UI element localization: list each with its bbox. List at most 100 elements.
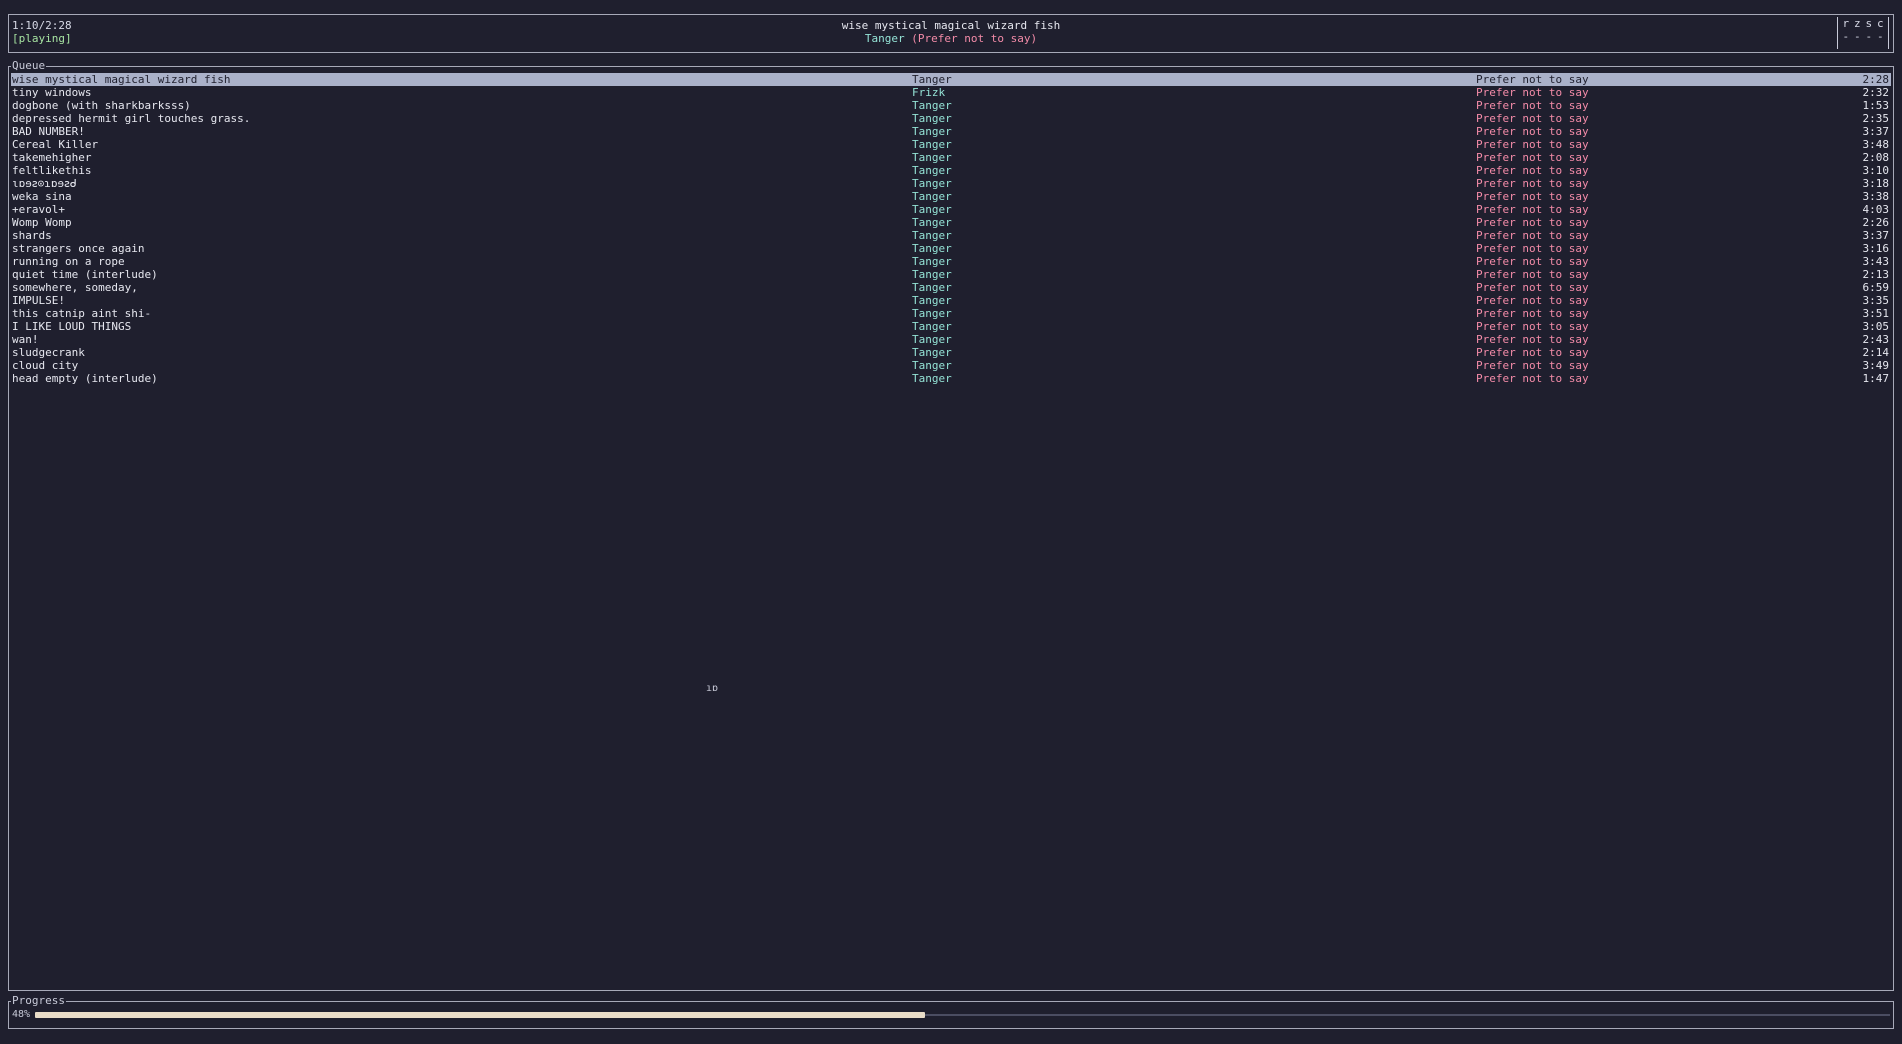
queue-row[interactable]: running on a rope Tanger Prefer not to say… — [11, 255, 1891, 268]
queue-row-title: ɩɒɘꙅ⊙ɿɒɘꙅᑯ — [12, 177, 77, 190]
queue-row-duration: 3:51 — [1862, 307, 1890, 320]
queue-row[interactable]: IMPULSE! Tanger Prefer not to say 3:35 — [11, 294, 1891, 307]
mode-flags: r z s c - - - - — [1837, 17, 1889, 49]
queue-row-title: Cereal Killer — [12, 138, 99, 151]
queue-row-duration: 2:35 — [1862, 112, 1890, 125]
now-playing-panel: 1:10/2:28 [playing] wise mystical magica… — [8, 14, 1894, 53]
queue-row-title: tiny windows — [12, 86, 92, 99]
queue-row-album: Prefer not to say — [1476, 333, 1589, 346]
queue-row-album: Prefer not to say — [1476, 242, 1589, 255]
queue-row[interactable]: quiet time (interlude) Tanger Prefer not t… — [11, 268, 1891, 281]
queue-row-album: Prefer not to say — [1476, 268, 1589, 281]
single-flag[interactable]: s — [1865, 17, 1872, 30]
queue-row-title: this catnip aint shi- — [12, 307, 152, 320]
queue-row[interactable]: dogbone (with sharkbarksss) Tanger Prefer … — [11, 99, 1891, 112]
queue-row-duration: 2:32 — [1862, 86, 1890, 99]
progress-percent: 48% — [12, 1009, 31, 1020]
queue-row-duration: 1:47 — [1862, 372, 1890, 385]
queue-row-album: Prefer not to say — [1476, 86, 1589, 99]
queue-title: Queue — [11, 59, 47, 73]
queue-row-duration: 2:28 — [1862, 73, 1890, 86]
queue-row[interactable]: depressed hermit girl touches grass. Tang… — [11, 112, 1891, 125]
queue-row-album: Prefer not to say — [1476, 294, 1589, 307]
queue-row-duration: 2:13 — [1862, 268, 1890, 281]
queue-row-artist: Tanger — [912, 216, 952, 229]
queue-row-album: Prefer not to say — [1476, 190, 1589, 203]
queue-row[interactable]: tiny windows Frizk Prefer not to say 2:32 — [11, 86, 1891, 99]
queue-row-title: shards — [12, 229, 52, 242]
queue-row-title: dogbone (with sharkbarksss) — [12, 99, 191, 112]
queue-row-title: somewhere, someday, — [12, 281, 138, 294]
queue-row-artist: Tanger — [912, 333, 952, 346]
queue-row-artist: Tanger — [912, 151, 952, 164]
queue-row-artist: Tanger — [912, 190, 952, 203]
queue-row-title: +eravol+ — [12, 203, 65, 216]
queue-row[interactable]: wise mystical magical wizard fish Tanger P… — [11, 73, 1891, 86]
queue-row[interactable]: sludgecrank Tanger Prefer not to say 2:14 — [11, 346, 1891, 359]
queue-row[interactable]: Womp Womp Tanger Prefer not to say 2:26 — [11, 216, 1891, 229]
queue-row-album: Prefer not to say — [1476, 138, 1589, 151]
consume-flag[interactable]: c — [1877, 17, 1884, 30]
queue-row[interactable]: somewhere, someday, Tanger Prefer not to s… — [11, 281, 1891, 294]
queue-row-artist: Tanger — [912, 372, 952, 385]
random-flag[interactable]: z — [1854, 17, 1861, 30]
queue-row-artist: Tanger — [912, 320, 952, 333]
random-flag-state: - — [1853, 30, 1861, 43]
queue-row-album: Prefer not to say — [1476, 99, 1589, 112]
queue-row-duration: 3:05 — [1862, 320, 1890, 333]
queue-row-artist: Tanger — [912, 307, 952, 320]
queue-row[interactable]: ɩɒɘꙅ⊙ɿɒɘꙅᑯ Tanger Prefer not to say 3:18 — [11, 177, 1891, 190]
queue-list[interactable]: wise mystical magical wizard fish Tanger P… — [11, 73, 1891, 385]
queue-row-duration: 1:53 — [1862, 99, 1890, 112]
queue-row-artist: Tanger — [912, 359, 952, 372]
queue-row-album: Prefer not to say — [1476, 320, 1589, 333]
queue-row-duration: 6:59 — [1862, 281, 1890, 294]
queue-row[interactable]: strangers once again Tanger Prefer not to … — [11, 242, 1891, 255]
progress-panel: Progress 48% — [8, 994, 1894, 1029]
queue-row[interactable]: wan! Tanger Prefer not to say 2:43 — [11, 333, 1891, 346]
queue-row-artist: Tanger — [912, 268, 952, 281]
queue-row[interactable]: Cereal Killer Tanger Prefer not to say 3:48 — [11, 138, 1891, 151]
queue-row[interactable]: shards Tanger Prefer not to say 3:37 — [11, 229, 1891, 242]
repeat-flag-state: - — [1842, 30, 1850, 43]
queue-row-artist: Tanger — [912, 99, 952, 112]
queue-row-duration: 2:14 — [1862, 346, 1890, 359]
queue-row-artist: Tanger — [912, 138, 952, 151]
queue-row-album: Prefer not to say — [1476, 73, 1589, 86]
queue-row-artist: Tanger — [912, 281, 952, 294]
queue-panel[interactable]: Queue wise mystical magical wizard fish T… — [8, 59, 1894, 991]
queue-row-title: quiet time (interlude) — [12, 268, 158, 281]
queue-row[interactable]: takemehigher Tanger Prefer not to say 2:08 — [11, 151, 1891, 164]
now-playing-artist: Tanger — [864, 32, 905, 45]
progress-fill — [35, 1012, 926, 1018]
queue-row-duration: 3:43 — [1862, 255, 1890, 268]
queue-row[interactable]: BAD NUMBER! Tanger Prefer not to say 3:37 — [11, 125, 1891, 138]
queue-row-title: depressed hermit girl touches grass. — [12, 112, 251, 125]
queue-row-title: head empty (interlude) — [12, 372, 158, 385]
queue-row-artist: Frizk — [912, 86, 946, 99]
repeat-flag[interactable]: r — [1842, 17, 1849, 30]
queue-row-title: Womp Womp — [12, 216, 72, 229]
queue-row[interactable]: weka sina Tanger Prefer not to say 3:38 — [11, 190, 1891, 203]
queue-row-album: Prefer not to say — [1476, 164, 1589, 177]
queue-row-duration: 3:35 — [1862, 294, 1890, 307]
queue-row[interactable]: +eravol+ Tanger Prefer not to say 4:03 — [11, 203, 1891, 216]
progress-bar[interactable] — [35, 1012, 1890, 1018]
queue-row-album: Prefer not to say — [1476, 125, 1589, 138]
queue-row[interactable]: head empty (interlude) Tanger Prefer not t… — [11, 372, 1891, 385]
progress-title: Progress — [11, 994, 66, 1008]
queue-row-title: running on a rope — [12, 255, 125, 268]
queue-row[interactable]: feltlikethis Tanger Prefer not to say 3:10 — [11, 164, 1891, 177]
queue-row[interactable]: I LIKE LOUD THINGS Tanger Prefer not to sa… — [11, 320, 1891, 333]
now-playing-title: wise mystical magical wizard fish — [841, 19, 1061, 32]
queue-row-title: IMPULSE! — [12, 294, 65, 307]
queue-row[interactable]: cloud city Tanger Prefer not to say 3:49 — [11, 359, 1891, 372]
queue-row-duration: 3:37 — [1862, 229, 1890, 242]
queue-row-duration: 3:18 — [1862, 177, 1890, 190]
queue-row-duration: 4:03 — [1862, 203, 1890, 216]
queue-row-duration: 3:38 — [1862, 190, 1890, 203]
queue-row-duration: 3:16 — [1862, 242, 1890, 255]
queue-row-album: Prefer not to say — [1476, 372, 1589, 385]
queue-row-album: Prefer not to say — [1476, 307, 1589, 320]
queue-row[interactable]: this catnip aint shi- Tanger Prefer not to… — [11, 307, 1891, 320]
